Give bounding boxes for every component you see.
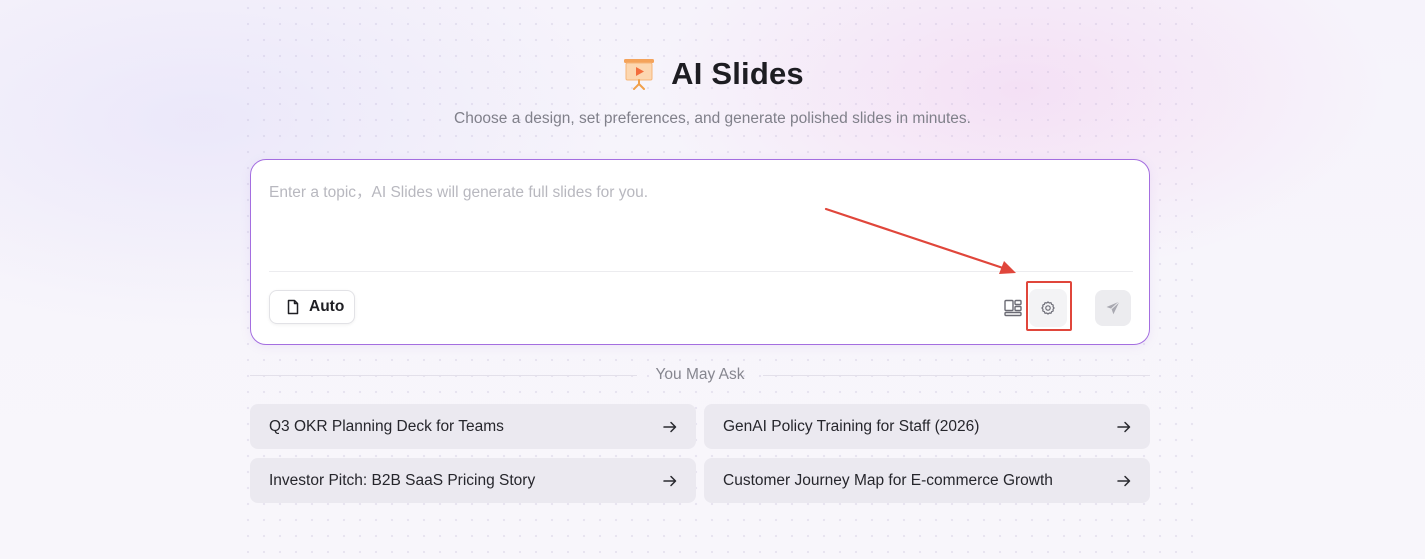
topic-input[interactable] xyxy=(269,180,1129,250)
layout-button[interactable] xyxy=(1003,298,1023,318)
suggestions-divider: You May Ask xyxy=(250,365,1151,385)
page-subtitle: Choose a design, set preferences, and ge… xyxy=(454,110,971,127)
arrow-right-icon xyxy=(662,419,678,435)
suggestions-heading: You May Ask xyxy=(655,366,745,383)
gear-icon xyxy=(1040,300,1056,316)
suggestion-item[interactable]: GenAI Policy Training for Staff (2026) xyxy=(704,404,1150,449)
arrow-right-icon xyxy=(662,473,678,489)
divider-line-right xyxy=(762,374,1151,376)
page-title: AI Slides xyxy=(671,56,804,91)
suggestion-item[interactable]: Q3 OKR Planning Deck for Teams xyxy=(250,404,696,449)
document-icon xyxy=(285,299,301,315)
suggestion-item[interactable]: Investor Pitch: B2B SaaS Pricing Story xyxy=(250,458,696,503)
suggestion-label: Q3 OKR Planning Deck for Teams xyxy=(269,417,504,435)
send-icon xyxy=(1105,300,1121,316)
suggestion-label: GenAI Policy Training for Staff (2026) xyxy=(723,417,980,435)
suggestion-label: Investor Pitch: B2B SaaS Pricing Story xyxy=(269,471,536,489)
settings-button[interactable] xyxy=(1029,289,1067,327)
composer-divider xyxy=(269,271,1133,272)
send-button[interactable] xyxy=(1095,290,1131,326)
suggestion-item[interactable]: Customer Journey Map for E-commerce Grow… xyxy=(704,458,1150,503)
presentation-board-icon xyxy=(621,56,657,92)
arrow-right-icon xyxy=(1116,473,1132,489)
suggestion-label: Customer Journey Map for E-commerce Grow… xyxy=(723,471,1053,489)
layout-icon xyxy=(1004,299,1022,317)
topic-composer: Auto xyxy=(250,159,1150,345)
divider-line-left xyxy=(250,374,638,376)
auto-mode-button[interactable]: Auto xyxy=(269,290,355,324)
auto-mode-label: Auto xyxy=(309,298,345,315)
page-header: AI Slides xyxy=(0,56,1425,92)
arrow-right-icon xyxy=(1116,419,1132,435)
